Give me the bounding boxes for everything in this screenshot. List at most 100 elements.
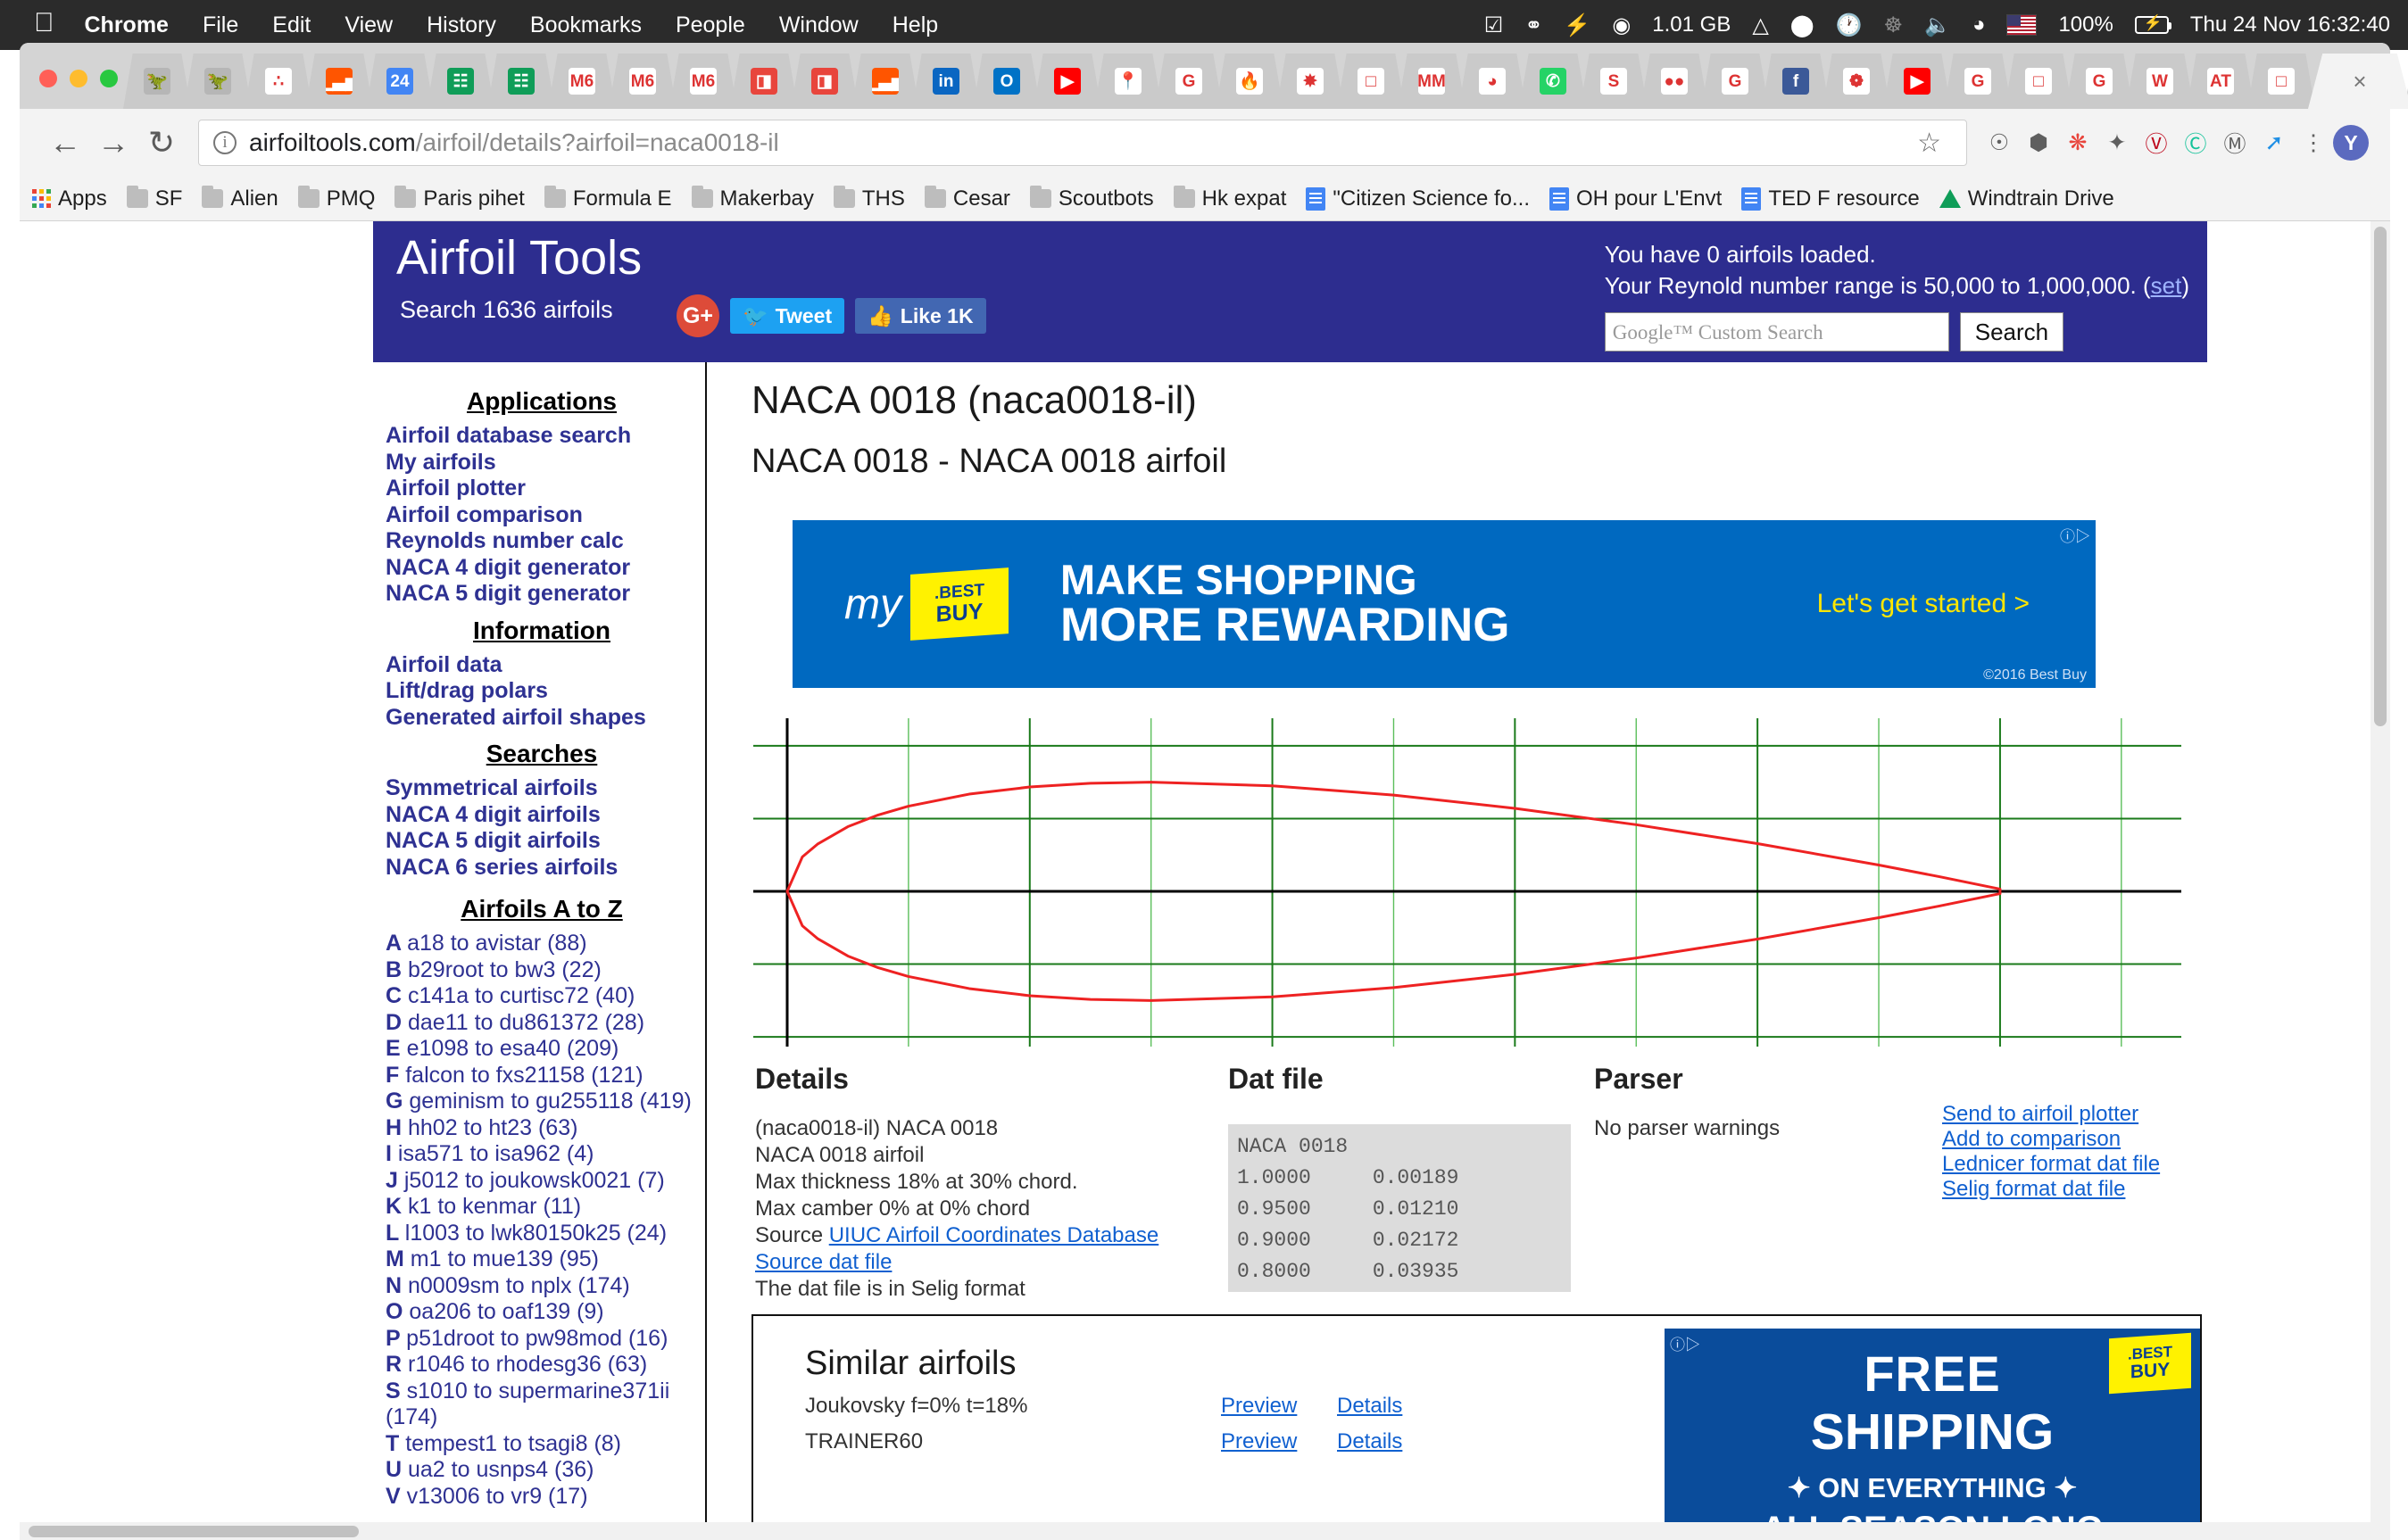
tab-google-photos-28[interactable]: ❁ [1823,54,1890,109]
grammarly-icon[interactable]: Ⓒ [2176,123,2215,162]
az-item-j[interactable]: J j5012 to joukowsk0021 (7) [378,1168,705,1195]
address-bar[interactable]: i airfoiltools.com /airfoil/details?airf… [198,120,1967,166]
details-link[interactable]: Details [1337,1429,1453,1454]
menu-edit[interactable]: Edit [272,12,311,38]
tab-scarecrow-1[interactable]: 🦖 [184,54,252,109]
drop-icon[interactable]: ⬤ [1790,12,1814,38]
bookmark-paris-pihet[interactable]: Paris pihet [394,186,525,211]
az-item-n[interactable]: N n0009sm to nplx (174) [378,1273,705,1300]
bookmark-windtrain-drive[interactable]: Windtrain Drive [1939,186,2114,211]
tab-outlook-14[interactable]: O [973,54,1041,109]
tab-facebook-27[interactable]: f [1762,54,1830,109]
shield-icon[interactable]: ⬢ [2019,123,2058,162]
tab-google-maps-16[interactable]: 📍 [1094,54,1162,109]
pinterest-icon[interactable]: Ⓥ [2137,123,2176,162]
sidebar-item-naca-6-series-airfoils[interactable]: NACA 6 series airfoils [378,855,705,882]
bookmark-alien[interactable]: Alien [202,186,278,211]
site-info-icon[interactable]: i [213,131,237,154]
az-item-d[interactable]: D dae11 to du861372 (28) [378,1010,705,1037]
clock-label[interactable]: Thu 24 Nov 16:32:40 [2190,12,2390,37]
az-item-u[interactable]: U ua2 to usnps4 (36) [378,1457,705,1484]
horizontal-scrollbar-thumb[interactable] [29,1526,359,1537]
tab-ap-34[interactable]: AT [2187,54,2254,109]
sidebar-item-symmetrical-airfoils[interactable]: Symmetrical airfoils [378,775,705,802]
tab-soundcloud-12[interactable]: ▁▃▅ [851,54,919,109]
back-button[interactable]: ← [41,124,89,161]
adchoices-icon[interactable]: ⓘ▷ [2060,524,2090,546]
sidebar-item-airfoil-comparison[interactable]: Airfoil comparison [378,502,705,529]
bookmark-scoutbots[interactable]: Scoutbots [1029,186,1154,211]
tab-scribd-24[interactable]: S [1580,54,1648,109]
bolt-icon[interactable]: ⚡ [1564,12,1590,38]
tab-wikipedia-33[interactable]: W [2126,54,2194,109]
menu-bookmarks[interactable]: Bookmarks [530,12,642,38]
tab-molecule-19[interactable]: ✸ [1276,54,1344,109]
dropbox-icon[interactable]: △ [1752,12,1768,38]
tab-active-airfoiltools[interactable]: × [2308,54,2408,109]
az-item-o[interactable]: O oa206 to oaf139 (9) [378,1299,705,1326]
bookmark-pmq[interactable]: PMQ [297,186,375,211]
tab-google-sheets-6[interactable]: ☷ [487,54,555,109]
menu-file[interactable]: File [203,12,238,38]
tab-google-sheets-5[interactable]: ☷ [427,54,494,109]
menu-history[interactable]: History [427,12,496,38]
az-item-c[interactable]: C c141a to curtisc72 (40) [378,983,705,1010]
set-reynolds-link[interactable]: set [2151,272,2182,299]
az-item-e[interactable]: E e1098 to esa40 (209) [378,1036,705,1063]
az-item-h[interactable]: H hh02 to ht23 (63) [378,1115,705,1142]
bookmark-ted-f-resource[interactable]: TED F resource [1741,186,1920,211]
tab-google-slides-11[interactable]: ◨ [791,54,859,109]
minimize-button[interactable] [70,70,87,87]
tab-youtube-15[interactable]: ▶ [1034,54,1101,109]
sidebar-item-naca-4-digit-generator[interactable]: NACA 4 digit generator [378,555,705,582]
bookmark-hk-expat[interactable]: Hk expat [1173,186,1286,211]
us-flag-icon[interactable] [2006,14,2038,36]
search-button[interactable]: Search [1959,312,2064,352]
sidebar-item-generated-airfoil-shapes[interactable]: Generated airfoil shapes [378,705,705,732]
bookmark-formula-e[interactable]: Formula E [544,186,672,211]
sidebar-item-naca-5-digit-generator[interactable]: NACA 5 digit generator [378,581,705,608]
sidebar-item-my-airfoils[interactable]: My airfoils [378,450,705,476]
profile-avatar[interactable]: Y [2333,125,2369,161]
az-item-k[interactable]: K k1 to kenmar (11) [378,1194,705,1221]
menu-chrome[interactable]: Chrome [85,12,169,38]
sidebar-item-lift-drag-polars[interactable]: Lift/drag polars [378,678,705,705]
tab-document-20[interactable]: □ [1337,54,1405,109]
az-item-v[interactable]: V v13006 to vr9 (17) [378,1484,705,1511]
sidebar-item-naca-4-digit-airfoils[interactable]: NACA 4 digit airfoils [378,802,705,829]
translate-icon[interactable]: Ⓜ [2215,123,2254,162]
menu-people[interactable]: People [676,12,745,38]
site-brand[interactable]: Airfoil Tools [396,230,642,286]
preview-link[interactable]: Preview [1221,1394,1337,1419]
facebook-like-button[interactable]: 👍 Like 1K [855,298,986,334]
tab-google-26[interactable]: G [1701,54,1769,109]
tab-scarecrow-0[interactable]: 🦖 [123,54,191,109]
az-item-r[interactable]: R r1046 to rhodesg36 (63) [378,1352,705,1379]
close-button[interactable] [39,70,57,87]
sidebar-item-reynolds-number-calc[interactable]: Reynolds number calc [378,528,705,555]
adchoices-icon-2[interactable]: ⓘ▷ [1670,1332,1700,1354]
vertical-scrollbar-thumb[interactable] [2374,227,2387,726]
pocket-icon[interactable]: ➚ [2254,123,2294,162]
speedometer-icon[interactable]: ◉ [1612,12,1631,38]
action-link-lednicer-format-dat-file[interactable]: Lednicer format dat file [1942,1152,2201,1177]
tab-google-17[interactable]: G [1155,54,1223,109]
tab-google-calendar-4[interactable]: 24 [366,54,434,109]
sidebar-item-airfoil-plotter[interactable]: Airfoil plotter [378,476,705,502]
horizontal-scrollbar[interactable] [20,1522,2390,1540]
bookmark-citizen-science-fo[interactable]: "Citizen Science fo... [1306,186,1530,211]
time-machine-icon[interactable]: 🕐 [1836,12,1863,38]
action-link-add-to-comparison[interactable]: Add to comparison [1942,1127,2201,1152]
tab-gmail-9[interactable]: M6 [669,54,737,109]
volume-icon[interactable]: 🔈 [1924,12,1951,38]
az-item-g[interactable]: G geminism to gu255118 (419) [378,1089,705,1115]
bookmark-cesar[interactable]: Cesar [924,186,1010,211]
tab-flame-18[interactable]: 🔥 [1216,54,1283,109]
creative-cloud-icon[interactable]: ⚭ [1524,12,1542,38]
bookmark-oh-pour-l-envt[interactable]: OH pour L'Envt [1549,186,1722,211]
tab-flickr-25[interactable]: ●● [1640,54,1708,109]
bluetooth-icon[interactable]: ☸ [1884,12,1904,38]
tab-google-30[interactable]: G [1944,54,2012,109]
tab-linkedin-13[interactable]: in [912,54,980,109]
tab-soundcloud-3[interactable]: ▁▃▅ [305,54,373,109]
